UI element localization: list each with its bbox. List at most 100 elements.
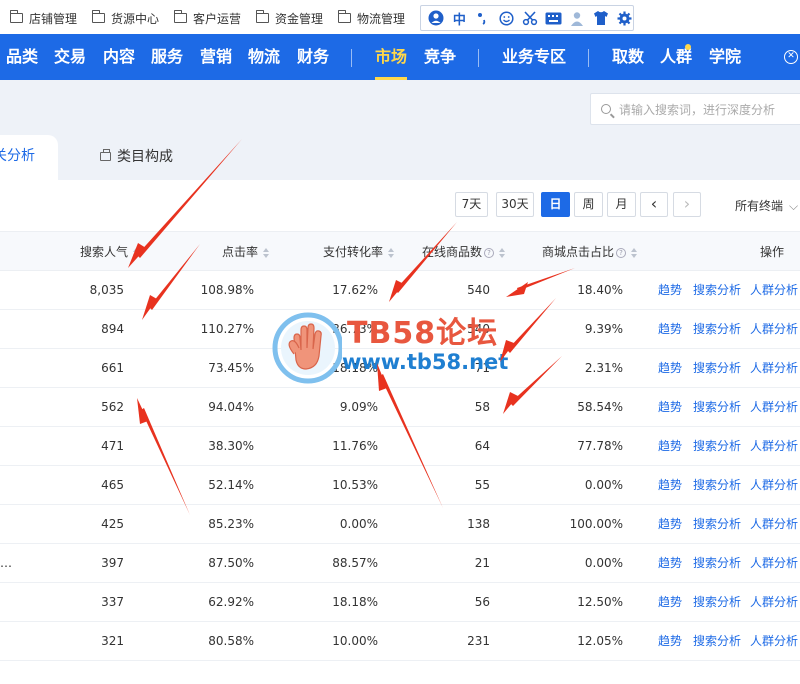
crowd-analysis-link[interactable]: 人群分析 xyxy=(750,388,798,427)
category-icon xyxy=(100,148,111,161)
nav-item-finance[interactable]: 财务 xyxy=(297,34,329,80)
close-icon[interactable]: ✕ xyxy=(784,50,798,64)
mall-click-share-cell: 12.50% xyxy=(577,595,623,609)
nav-item-content[interactable]: 内容 xyxy=(103,34,135,80)
bookmark-funds[interactable]: 资金管理 xyxy=(256,9,323,27)
crowd-analysis-link[interactable]: 人群分析 xyxy=(750,349,798,388)
mall-click-share-cell: 100.00% xyxy=(569,517,623,531)
bookmark-supply-center[interactable]: 货源中心 xyxy=(92,9,159,27)
column-header-mall-click-share[interactable]: 商城点击占比? xyxy=(520,232,638,272)
keyboard-icon[interactable] xyxy=(545,9,563,27)
terminal-select[interactable]: 所有终端 xyxy=(735,197,798,214)
conversion-cell: 0.00% xyxy=(339,517,378,531)
nav-item-academy[interactable]: 学院 xyxy=(709,34,741,80)
search-analysis-link[interactable]: 搜索分析 xyxy=(693,544,741,583)
nav-item-service[interactable]: 服务 xyxy=(151,34,183,80)
trend-link[interactable]: 趋势 xyxy=(658,310,682,349)
bookmark-logistics[interactable]: 物流管理 xyxy=(338,9,405,27)
search-placeholder: 请输入搜索词，进行深度分析 xyxy=(619,102,776,117)
trend-link[interactable]: 趋势 xyxy=(658,388,682,427)
date-month-button[interactable]: 月 xyxy=(607,192,636,217)
emoji-icon[interactable] xyxy=(498,9,516,27)
bookmark-customer-ops[interactable]: 客户运营 xyxy=(174,9,241,27)
trend-link[interactable]: 趋势 xyxy=(658,466,682,505)
nav-item-trade[interactable]: 交易 xyxy=(54,34,86,80)
nav-item-category[interactable]: 品类 xyxy=(6,34,38,80)
keyword-cell[interactable]: … xyxy=(0,544,12,583)
scissors-icon[interactable] xyxy=(521,9,539,27)
crowd-analysis-link[interactable]: 人群分析 xyxy=(750,583,798,622)
sort-icon xyxy=(630,247,638,258)
tshirt-icon[interactable] xyxy=(592,9,610,27)
trend-link[interactable]: 趋势 xyxy=(658,544,682,583)
crowd-analysis-link[interactable]: 人群分析 xyxy=(750,544,798,583)
crowd-analysis-link[interactable]: 人群分析 xyxy=(750,622,798,661)
nav-item-crowd[interactable]: 人群 xyxy=(660,34,692,80)
gear-icon[interactable] xyxy=(616,9,634,27)
header-label: 点击率 xyxy=(221,245,258,259)
column-header-conversion[interactable]: 支付转化率 xyxy=(300,232,395,272)
crowd-analysis-link[interactable]: 人群分析 xyxy=(750,271,798,310)
nav-item-competition[interactable]: 竞争 xyxy=(424,34,456,80)
tab-label: 类目构成 xyxy=(117,149,173,165)
search-analysis-link[interactable]: 搜索分析 xyxy=(693,349,741,388)
search-analysis-link[interactable]: 搜索分析 xyxy=(693,427,741,466)
search-analysis-link[interactable]: 搜索分析 xyxy=(693,310,741,349)
trend-link[interactable]: 趋势 xyxy=(658,622,682,661)
crowd-analysis-link[interactable]: 人群分析 xyxy=(750,505,798,544)
date-7d-button[interactable]: 7天 xyxy=(455,192,488,217)
column-header-online-items[interactable]: 在线商品数? xyxy=(400,232,506,272)
ctr-cell: 110.27% xyxy=(200,322,254,336)
sort-icon xyxy=(387,247,395,258)
search-analysis-link[interactable]: 搜索分析 xyxy=(693,583,741,622)
crowd-analysis-link[interactable]: 人群分析 xyxy=(750,427,798,466)
column-header-search-popularity[interactable]: 搜索人气 xyxy=(60,232,140,272)
nav-item-data-fetch[interactable]: 取数 xyxy=(612,34,644,80)
date-week-button[interactable]: 周 xyxy=(574,192,603,217)
mall-click-share-cell: 0.00% xyxy=(584,556,623,570)
bookmark-label: 客户运营 xyxy=(193,11,242,26)
trend-link[interactable]: 趋势 xyxy=(658,271,682,310)
prev-date-button[interactable]: ‹ xyxy=(640,192,668,217)
search-analysis-link[interactable]: 搜索分析 xyxy=(693,388,741,427)
crowd-analysis-link[interactable]: 人群分析 xyxy=(750,310,798,349)
punctuation-icon[interactable] xyxy=(474,9,492,27)
header-label: 支付转化率 xyxy=(322,245,383,259)
column-header-ctr[interactable]: 点击率 xyxy=(190,232,270,272)
trend-link[interactable]: 趋势 xyxy=(658,349,682,388)
nav-item-logistics[interactable]: 物流 xyxy=(248,34,280,80)
ctr-cell: 80.58% xyxy=(208,634,254,648)
search-analysis-link[interactable]: 搜索分析 xyxy=(693,505,741,544)
date-30d-button[interactable]: 30天 xyxy=(496,192,534,217)
tab-category-composition[interactable]: 类目构成 xyxy=(100,146,173,166)
trend-link[interactable]: 趋势 xyxy=(658,583,682,622)
trend-link[interactable]: 趋势 xyxy=(658,427,682,466)
search-input[interactable]: 请输入搜索词，进行深度分析 xyxy=(590,93,800,125)
tab-keyword-analysis[interactable]: 关分析 xyxy=(0,135,58,180)
crowd-analysis-link[interactable]: 人群分析 xyxy=(750,466,798,505)
ime-logo-icon[interactable] xyxy=(427,9,445,27)
nav-item-business-zone[interactable]: 业务专区 xyxy=(502,34,566,80)
folder-icon xyxy=(174,10,187,23)
search-analysis-link[interactable]: 搜索分析 xyxy=(693,271,741,310)
trend-link[interactable]: 趋势 xyxy=(658,505,682,544)
ime-language-toggle[interactable]: 中 xyxy=(451,9,469,28)
next-date-button[interactable]: › xyxy=(673,192,701,217)
header-label: 搜索人气 xyxy=(79,245,128,259)
watermark: TB58论坛 www.tb58.net xyxy=(272,308,562,388)
header-label: 商城点击占比 xyxy=(541,245,614,259)
folder-icon xyxy=(10,10,23,23)
date-day-button[interactable]: 日 xyxy=(541,192,570,217)
search-popularity-cell: 425 xyxy=(101,517,124,531)
search-popularity-cell: 321 xyxy=(101,634,124,648)
help-icon: ? xyxy=(616,247,626,258)
search-analysis-link[interactable]: 搜索分析 xyxy=(693,622,741,661)
user-icon[interactable] xyxy=(568,9,586,27)
conversion-cell: 11.76% xyxy=(332,439,378,453)
nav-item-marketing[interactable]: 营销 xyxy=(200,34,232,80)
bookmark-bar: 店铺管理 货源中心 客户运营 资金管理 物流管理 中 xyxy=(0,0,800,34)
nav-item-market[interactable]: 市场 xyxy=(375,34,408,80)
search-analysis-link[interactable]: 搜索分析 xyxy=(693,466,741,505)
ctr-cell: 52.14% xyxy=(208,478,254,492)
bookmark-store-management[interactable]: 店铺管理 xyxy=(10,9,77,27)
